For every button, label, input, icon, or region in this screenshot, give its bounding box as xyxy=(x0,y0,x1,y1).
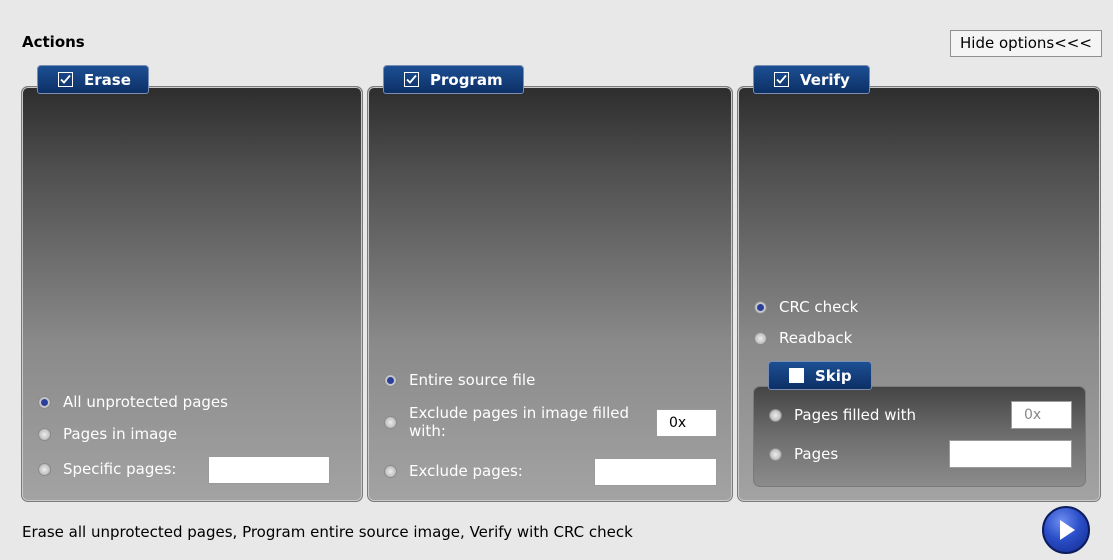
skip-checkbox[interactable] xyxy=(789,368,804,383)
radio-label: CRC check xyxy=(779,298,859,316)
verify-option-crc[interactable]: CRC check xyxy=(754,298,858,316)
verify-tab[interactable]: Verify xyxy=(753,65,870,94)
program-option-exclude-filled[interactable]: Exclude pages in image filled with: xyxy=(384,404,629,440)
radio-specific-pages[interactable] xyxy=(38,462,51,476)
program-checkbox[interactable] xyxy=(404,72,419,87)
verify-tab-label: Verify xyxy=(800,70,850,89)
radio-label: Pages xyxy=(794,445,839,463)
verify-option-readback[interactable]: Readback xyxy=(754,329,852,347)
erase-option-pages-in-image[interactable]: Pages in image xyxy=(38,425,177,443)
program-tab[interactable]: Program xyxy=(383,65,524,94)
skip-pages-input[interactable] xyxy=(949,440,1072,468)
hide-options-button[interactable]: Hide options<<< xyxy=(950,30,1102,57)
radio-label: All unprotected pages xyxy=(63,393,228,411)
check-icon xyxy=(60,74,71,84)
verify-checkbox[interactable] xyxy=(774,72,789,87)
radio-exclude-pages[interactable] xyxy=(384,464,397,478)
erase-tab-label: Erase xyxy=(84,70,131,89)
radio-exclude-filled[interactable] xyxy=(384,415,397,429)
status-text: Erase all unprotected pages, Program ent… xyxy=(22,523,633,541)
radio-pages-in-image[interactable] xyxy=(38,427,51,441)
radio-label: Exclude pages: xyxy=(409,462,523,480)
check-icon xyxy=(776,74,787,84)
play-arrow-icon xyxy=(1060,520,1075,540)
radio-entire-source[interactable] xyxy=(384,373,397,387)
radio-label: Readback xyxy=(779,329,853,347)
radio-label: Specific pages: xyxy=(63,460,177,478)
radio-all-unprotected[interactable] xyxy=(38,395,51,409)
skip-tab-label: Skip xyxy=(815,366,852,385)
radio-label: Entire source file xyxy=(409,371,536,389)
erase-specific-pages-input[interactable] xyxy=(208,456,330,484)
program-tab-label: Program xyxy=(430,70,503,89)
skip-option-pages[interactable]: Pages xyxy=(769,445,838,463)
radio-pages[interactable] xyxy=(769,447,782,461)
erase-option-specific-pages[interactable]: Specific pages: xyxy=(38,460,176,478)
radio-label-line1: Exclude pages in image filled xyxy=(409,404,630,422)
erase-checkbox[interactable] xyxy=(58,72,73,87)
skip-option-pages-filled[interactable]: Pages filled with xyxy=(769,406,916,424)
radio-label: Pages in image xyxy=(63,425,178,443)
run-button[interactable] xyxy=(1042,506,1090,554)
program-fill-value-input[interactable]: 0x xyxy=(656,409,717,437)
program-option-entire-source[interactable]: Entire source file xyxy=(384,371,535,389)
erase-option-all-unprotected[interactable]: All unprotected pages xyxy=(38,393,228,411)
program-option-exclude-pages[interactable]: Exclude pages: xyxy=(384,462,523,480)
radio-readback[interactable] xyxy=(754,331,767,345)
skip-tab[interactable]: Skip xyxy=(768,361,872,390)
radio-crc-check[interactable] xyxy=(754,300,767,314)
skip-fill-value-input[interactable]: 0x xyxy=(1011,401,1072,429)
radio-pages-filled[interactable] xyxy=(769,408,782,422)
radio-label-line2: with: xyxy=(409,422,446,440)
program-exclude-pages-input[interactable] xyxy=(594,458,717,486)
actions-title: Actions xyxy=(22,33,85,51)
check-icon xyxy=(406,74,417,84)
radio-label: Pages filled with xyxy=(794,406,917,424)
radio-label-wrap: Exclude pages in image filled with: xyxy=(409,404,629,440)
erase-tab[interactable]: Erase xyxy=(37,65,149,94)
